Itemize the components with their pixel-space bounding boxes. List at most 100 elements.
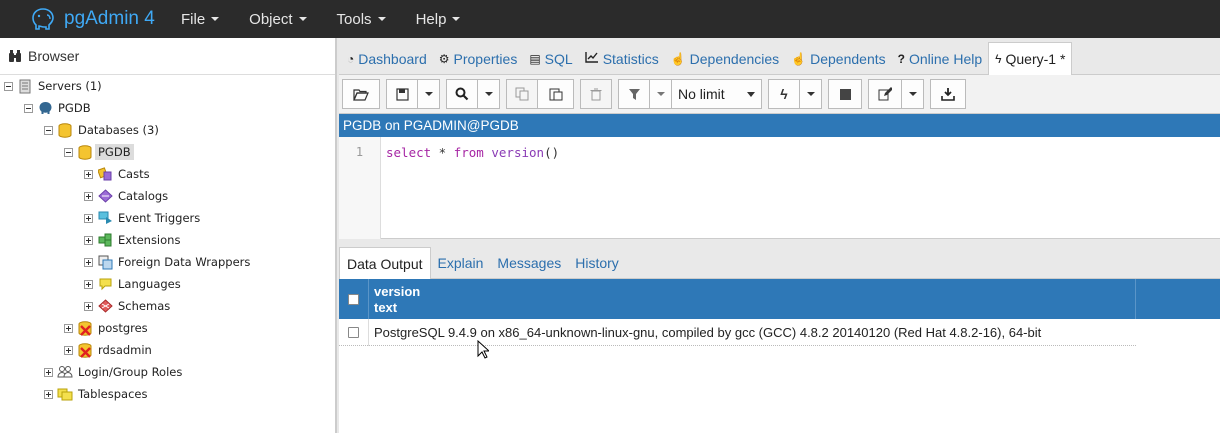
tab-label: SQL (544, 50, 573, 67)
find-dropdown-button[interactable] (478, 79, 500, 109)
tab-online-help[interactable]: ? Online Help (892, 43, 989, 74)
delete-button[interactable] (580, 79, 612, 109)
tree-node-catalogs[interactable]: Catalogs (84, 185, 168, 207)
table-row[interactable]: PostgreSQL 9.4.9 on x86_64-unknown-linux… (339, 319, 1136, 346)
tab-statistics[interactable]: Statistics (579, 43, 665, 74)
tree-node-database-rdsadmin[interactable]: rdsadmin (64, 339, 152, 361)
menu-file[interactable]: File (168, 0, 234, 38)
tab-label: Statistics (602, 50, 659, 67)
expand-toggle-icon[interactable] (84, 257, 93, 267)
tab-properties[interactable]: ⚙ Properties (433, 43, 524, 74)
tree-node-database-pgdb[interactable]: PGDB (64, 141, 134, 163)
menu-help[interactable]: Help (401, 0, 476, 38)
tab-label: Dependencies (689, 50, 780, 67)
caret-down-icon (484, 92, 493, 96)
tab-label: Dashboard (358, 50, 427, 67)
execute-button[interactable]: ϟ (768, 79, 800, 109)
tab-label: Query-1 * (1005, 51, 1066, 67)
tree-node-fdw[interactable]: Foreign Data Wrappers (84, 251, 250, 273)
expand-toggle-icon[interactable] (84, 213, 93, 223)
browser-panel: Browser Servers (1) PGDB Databases (3) P… (0, 38, 336, 433)
binoculars-icon (9, 49, 21, 62)
paste-icon (549, 88, 562, 101)
expand-toggle-icon[interactable] (84, 169, 93, 179)
tab-history[interactable]: History (568, 247, 626, 278)
tree-node-event-triggers[interactable]: Event Triggers (84, 207, 200, 229)
table-cell[interactable]: PostgreSQL 9.4.9 on x86_64-unknown-linux… (374, 319, 1041, 346)
tab-data-output[interactable]: Data Output (339, 247, 431, 279)
menu-tools[interactable]: Tools (322, 0, 401, 38)
tree-node-roles[interactable]: Login/Group Roles (44, 361, 182, 383)
expand-toggle-icon[interactable] (84, 191, 93, 201)
app-brand[interactable]: pgAdmin 4 (0, 0, 168, 38)
expand-toggle-icon[interactable] (44, 389, 53, 399)
tree-node-label: Schemas (118, 299, 171, 313)
download-icon (941, 88, 955, 101)
expand-toggle-icon[interactable] (84, 301, 93, 311)
tree-node-server-pgdb[interactable]: PGDB (24, 97, 91, 119)
sql-editor[interactable]: 1 select * from version() (339, 137, 1220, 239)
find-button[interactable] (446, 79, 478, 109)
open-file-button[interactable] (342, 79, 380, 109)
execute-dropdown-button[interactable] (800, 79, 822, 109)
expand-toggle-icon[interactable] (84, 279, 93, 289)
mouse-cursor-icon (477, 340, 489, 359)
tree-node-servers[interactable]: Servers (1) (4, 75, 102, 97)
expand-toggle-icon[interactable] (44, 367, 53, 377)
tab-explain[interactable]: Explain (431, 247, 491, 278)
hand-icon: ☝ (791, 51, 807, 66)
edit-button[interactable] (868, 79, 902, 109)
caret-down-icon (452, 17, 461, 21)
save-dropdown-button[interactable] (418, 79, 440, 109)
tab-label: Properties (453, 50, 518, 67)
menu-object[interactable]: Object (234, 0, 321, 38)
tab-sql[interactable]: ▤ SQL (523, 43, 578, 74)
expand-toggle-icon[interactable] (64, 345, 73, 355)
paste-button[interactable] (538, 79, 574, 109)
caret-down-icon (747, 91, 755, 97)
expand-toggle-icon[interactable] (64, 323, 73, 333)
database-icon (77, 144, 93, 160)
expand-toggle-icon[interactable] (84, 235, 93, 245)
column-name: version (374, 284, 421, 299)
collapse-toggle-icon[interactable] (64, 147, 73, 157)
row-limit-select[interactable]: No limit (672, 79, 762, 109)
tree-node-database-postgres[interactable]: postgres (64, 317, 148, 339)
collapse-toggle-icon[interactable] (4, 81, 13, 91)
edit-dropdown-button[interactable] (902, 79, 924, 109)
checkbox-icon (348, 327, 359, 338)
tree-node-tablespaces[interactable]: Tablespaces (44, 383, 147, 405)
stop-button[interactable] (828, 79, 862, 109)
tree-node-extensions[interactable]: Extensions (84, 229, 180, 251)
tab-dependents[interactable]: ☝ Dependents (785, 43, 891, 74)
collapse-toggle-icon[interactable] (44, 125, 53, 135)
download-button[interactable] (930, 79, 966, 109)
collapse-toggle-icon[interactable] (24, 103, 33, 113)
folder-open-icon (353, 88, 369, 101)
tree-node-databases[interactable]: Databases (3) (44, 119, 159, 141)
filter-dropdown-button[interactable] (650, 79, 672, 109)
tab-dashboard[interactable]: ◔ Dashboard (341, 43, 433, 74)
save-button[interactable] (386, 79, 418, 109)
sql-code[interactable]: select * from version() (386, 145, 559, 160)
copy-button[interactable] (506, 79, 538, 109)
tree-node-schemas[interactable]: Schemas (84, 295, 170, 317)
stop-icon (839, 88, 851, 100)
browser-title: Browser (28, 48, 80, 64)
tab-messages[interactable]: Messages (490, 247, 568, 278)
connection-bar: PGDB on PGADMIN@PGDB (339, 114, 1220, 137)
filter-button[interactable] (618, 79, 650, 109)
roles-icon (57, 364, 73, 380)
row-checkbox[interactable] (339, 319, 369, 346)
select-all-checkbox[interactable] (339, 279, 369, 319)
column-header-version[interactable]: version text (369, 279, 1136, 319)
top-navbar: pgAdmin 4 File Object Tools Help (0, 0, 1220, 38)
file-icon: ▤ (529, 51, 541, 66)
tree-node-casts[interactable]: Casts (84, 163, 150, 185)
output-tabs: Data Output Explain Messages History (339, 239, 1220, 279)
trash-icon (590, 88, 602, 100)
tree-node-languages[interactable]: Languages (84, 273, 181, 295)
tab-query-1[interactable]: ϟ Query-1 * (988, 42, 1073, 75)
tab-dependencies[interactable]: ☝ Dependencies (665, 43, 785, 74)
elephant-server-icon (37, 100, 53, 116)
